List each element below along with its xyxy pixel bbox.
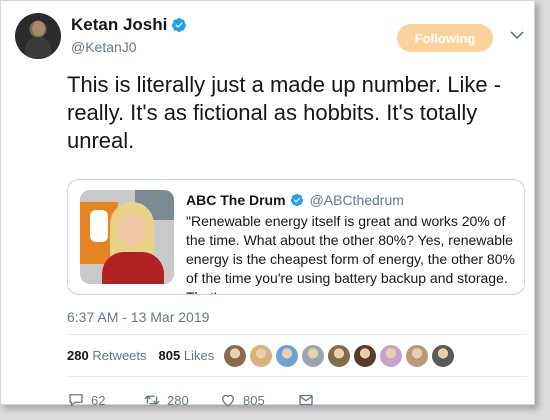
retweet-count: 280 (167, 392, 189, 408)
likes-count: 805 (158, 348, 181, 363)
quoted-tweet-text: "Renewable energy itself is great and wo… (186, 213, 515, 294)
author-name-row[interactable]: Ketan Joshi (71, 15, 187, 35)
likers-avatars (223, 344, 455, 368)
retweet-action[interactable]: 280 (143, 391, 219, 409)
likes-stat[interactable]: 805 Likes (159, 348, 215, 363)
like-action[interactable]: 805 (219, 391, 297, 409)
reply-action[interactable]: 62 (67, 391, 143, 409)
liker-avatar-2[interactable] (249, 344, 273, 368)
engagement-stats: 280 Retweets 805 Likes (67, 348, 214, 363)
retweets-count: 280 (67, 348, 89, 363)
tweet-card: Ketan Joshi @KetanJ0 Following This is l… (0, 0, 535, 408)
author-handle[interactable]: @KetanJ0 (71, 39, 137, 55)
following-button[interactable]: Following (397, 24, 493, 52)
quoted-author-row: ABC The Drum @ABCthedrum (186, 192, 404, 208)
like-count: 805 (243, 392, 265, 408)
reply-count: 62 (91, 392, 106, 408)
message-action[interactable] (297, 391, 315, 409)
quoted-author-handle: @ABCthedrum (309, 192, 404, 208)
author-avatar[interactable] (15, 13, 61, 59)
reply-icon[interactable] (67, 391, 85, 409)
tweet-text: This is literally just a made up number.… (67, 72, 502, 153)
author-name[interactable]: Ketan Joshi (71, 15, 167, 35)
heart-icon[interactable] (219, 391, 237, 409)
verified-badge-icon (172, 18, 187, 32)
retweets-stat[interactable]: 280 Retweets (67, 348, 147, 363)
liker-avatar-6[interactable] (353, 344, 377, 368)
quoted-tweet-image (80, 190, 174, 284)
quoted-author-name: ABC The Drum (186, 192, 286, 208)
tweet-actions: 62 280 805 (67, 391, 315, 409)
quoted-tweet[interactable]: ABC The Drum @ABCthedrum "Renewable ener… (67, 179, 525, 295)
liker-avatar-4[interactable] (301, 344, 325, 368)
verified-badge-icon (290, 193, 303, 207)
tweet-timestamp[interactable]: 6:37 AM - 13 Mar 2019 (67, 309, 209, 325)
liker-avatar-1[interactable] (223, 344, 247, 368)
liker-avatar-7[interactable] (379, 344, 403, 368)
chevron-down-icon[interactable] (509, 27, 525, 43)
retweet-icon[interactable] (143, 391, 161, 409)
liker-avatar-5[interactable] (327, 344, 351, 368)
liker-avatar-8[interactable] (405, 344, 429, 368)
liker-avatar-3[interactable] (275, 344, 299, 368)
divider (67, 376, 527, 377)
retweets-label: Retweets (92, 348, 147, 363)
divider (67, 334, 527, 335)
liker-avatar-9[interactable] (431, 344, 455, 368)
likes-label: Likes (183, 348, 215, 363)
envelope-icon[interactable] (297, 391, 315, 409)
